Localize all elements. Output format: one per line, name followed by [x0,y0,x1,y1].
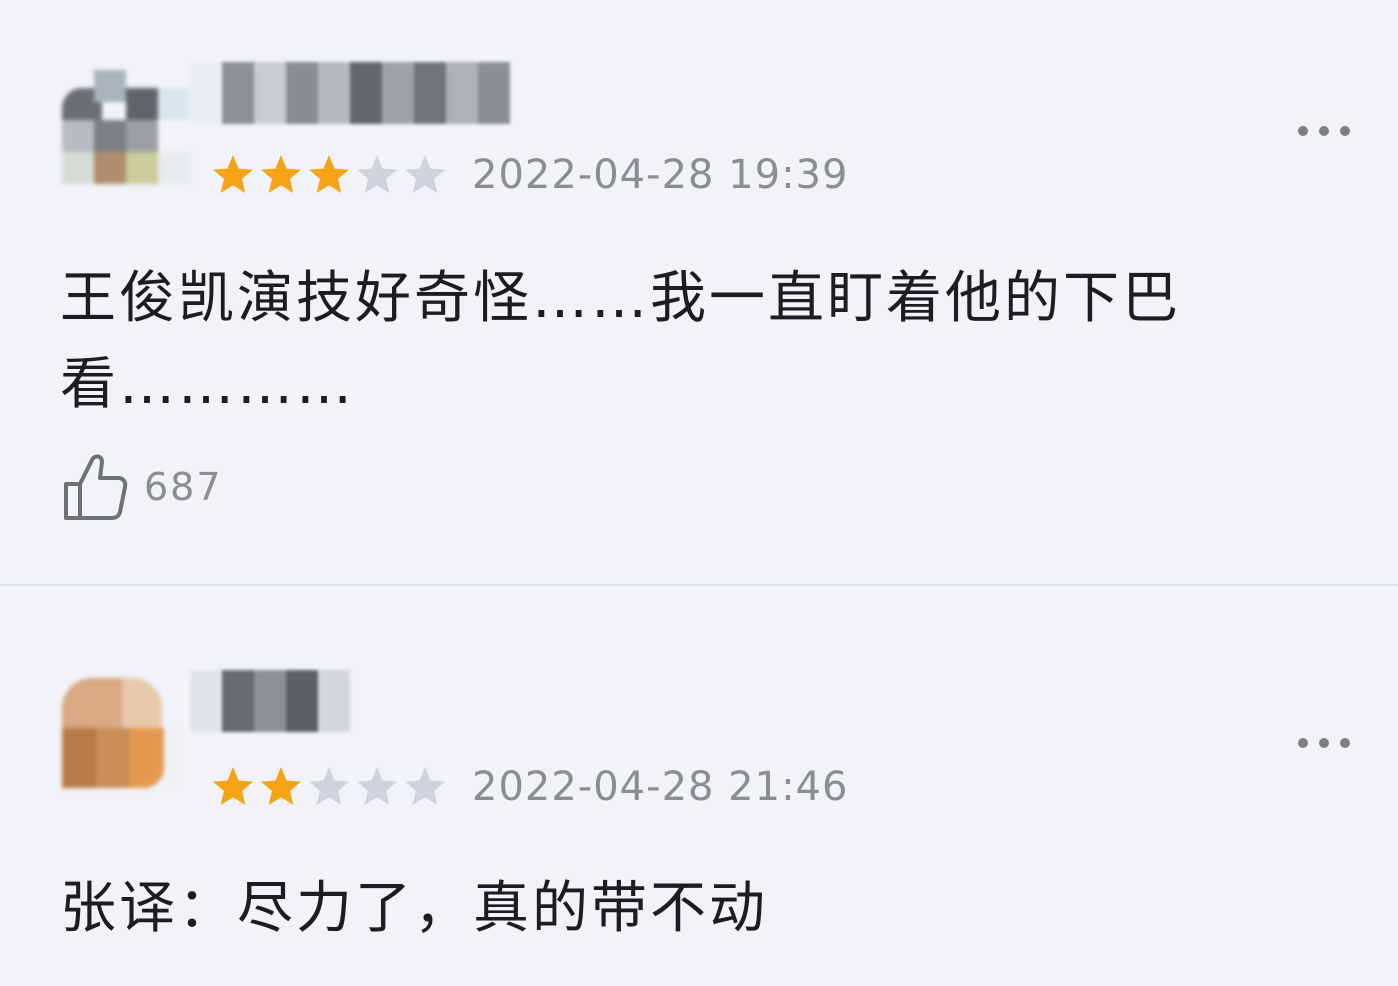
review-list: 2022-04-28 19:39 王俊凯演技好奇怪……我一直盯着他的下巴看………… [0,0,1398,986]
star-empty-icon [357,155,397,193]
review-content: 张译：尽力了，真的带不动 [60,876,768,941]
more-options-button[interactable] [1298,738,1350,748]
star-filled-icon [261,155,301,193]
star-empty-icon [309,767,349,805]
review-card: 2022-04-28 19:39 王俊凯演技好奇怪……我一直盯着他的下巴看………… [0,0,1398,584]
more-horizontal-icon [1298,738,1308,748]
thumbs-up-icon [64,454,128,520]
star-filled-icon [309,155,349,193]
review-date: 2022-04-28 19:39 [472,152,849,198]
star-rating [210,764,448,810]
review-card: 2022-04-28 21:46 张译：尽力了，真的带不动 [0,586,1398,986]
star-empty-icon [405,767,445,805]
username-blurred[interactable] [190,62,510,124]
star-rating [210,152,448,198]
like-button[interactable]: 687 [62,452,223,522]
avatar[interactable] [62,678,182,808]
star-filled-icon [213,155,253,193]
more-options-button[interactable] [1298,126,1350,136]
like-count: 687 [144,465,223,509]
review-content: 王俊凯演技好奇怪……我一直盯着他的下巴看………… [60,266,1181,417]
star-filled-icon [213,767,253,805]
star-empty-icon [357,767,397,805]
star-filled-icon [261,767,301,805]
username-blurred[interactable] [190,670,350,732]
avatar[interactable] [62,60,190,190]
review-date: 2022-04-28 21:46 [472,764,849,810]
star-empty-icon [405,155,445,193]
more-horizontal-icon [1298,126,1308,136]
